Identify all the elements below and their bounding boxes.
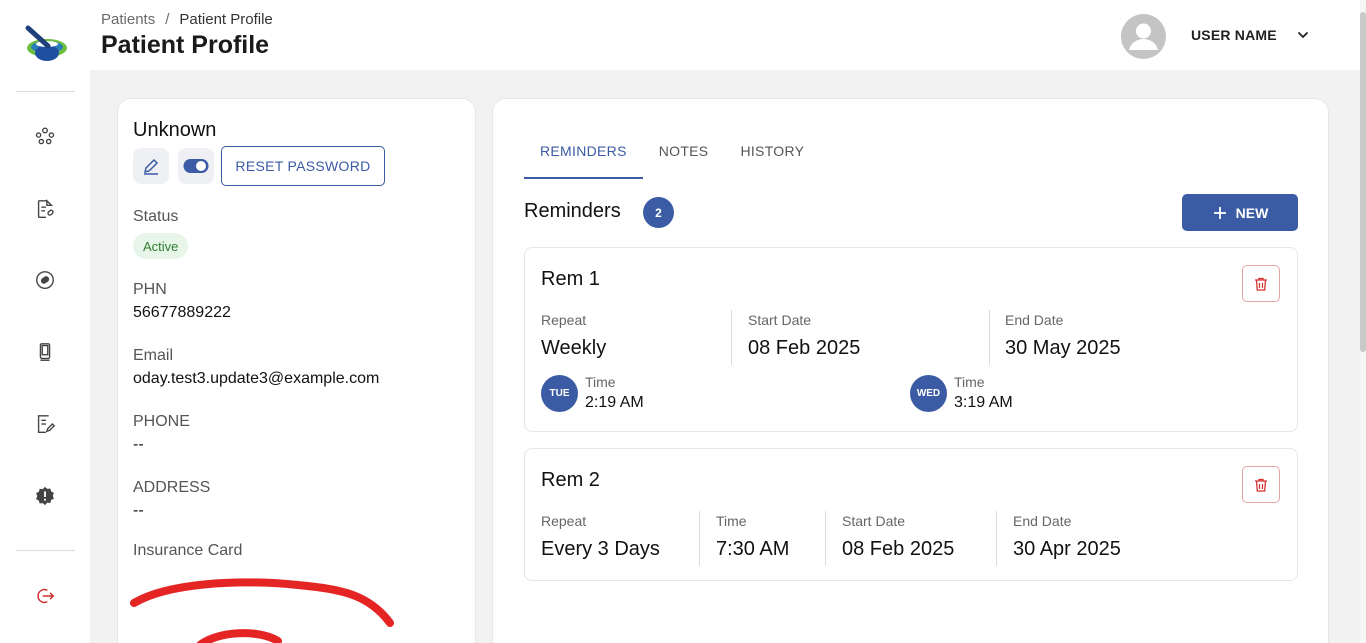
page-header: Patients / Patient Profile Patient Profi… — [90, 0, 1366, 70]
phn-value: 56677889222 — [133, 304, 231, 321]
toggle-icon — [183, 159, 209, 173]
reminders-card: REMINDERS NOTES HISTORY Reminders 2 NEW … — [492, 98, 1329, 643]
time-value: 3:19 AM — [954, 394, 1013, 411]
pencil-icon — [143, 158, 159, 175]
start-date-value: 08 Feb 2025 — [748, 337, 861, 359]
trash-icon — [1255, 277, 1267, 291]
nav-divider — [16, 91, 75, 92]
medications-icon[interactable] — [33, 268, 57, 292]
logout-icon[interactable] — [33, 584, 57, 608]
end-date-value: 30 Apr 2025 — [1013, 538, 1121, 560]
phn-label: PHN — [133, 281, 167, 298]
day-badge: TUE — [541, 375, 578, 412]
start-date-label: Start Date — [842, 513, 906, 529]
chevron-down-icon[interactable] — [1296, 28, 1310, 42]
address-value: -- — [133, 502, 144, 519]
breadcrumb-separator: / — [165, 11, 170, 28]
end-date-label: End Date — [1013, 513, 1072, 529]
reminder-card[interactable]: Rem 1 Repeat Weekly Start Date 08 Feb 20… — [524, 247, 1298, 432]
app-logo[interactable] — [22, 22, 70, 66]
reports-icon[interactable] — [33, 412, 57, 436]
trash-icon — [1255, 478, 1267, 492]
email-value: oday.test3.update3@example.com — [133, 370, 380, 387]
end-date-value: 30 May 2025 — [1005, 337, 1121, 359]
tab-reminders[interactable]: REMINDERS — [524, 143, 643, 179]
repeat-label: Repeat — [541, 312, 587, 328]
patient-info-card: Unknown RESET PASSWORD Status Active PHN… — [117, 98, 476, 643]
page-scrollbar[interactable] — [1360, 0, 1366, 643]
time-label: Time — [954, 374, 985, 390]
new-reminder-label: NEW — [1235, 204, 1269, 221]
nav-divider — [16, 550, 75, 551]
plus-icon — [1213, 206, 1226, 219]
address-label: ADDRESS — [133, 479, 211, 496]
email-label: Email — [133, 347, 174, 364]
breadcrumb-current: Patient Profile — [179, 11, 273, 28]
tab-notes[interactable]: NOTES — [643, 143, 725, 179]
prescriptions-icon[interactable] — [33, 197, 57, 221]
patients-icon[interactable] — [33, 124, 57, 148]
status-label: Status — [133, 208, 179, 225]
insurance-card-label: Insurance Card — [133, 542, 243, 559]
reminders-count-badge: 2 — [643, 197, 674, 228]
phone-value: -- — [133, 436, 144, 453]
scrollbar-thumb[interactable] — [1360, 12, 1366, 352]
phone-label: PHONE — [133, 413, 190, 430]
start-date-value: 08 Feb 2025 — [842, 538, 955, 560]
status-badge: Active — [133, 233, 189, 259]
new-reminder-button[interactable]: NEW — [1182, 194, 1298, 231]
time-value: 2:19 AM — [585, 394, 644, 411]
patient-name: Unknown — [133, 119, 217, 141]
column-divider — [699, 511, 700, 566]
tab-history[interactable]: HISTORY — [724, 143, 820, 179]
active-toggle-button[interactable] — [178, 148, 214, 184]
repeat-label: Repeat — [541, 513, 587, 529]
breadcrumb-patients-link[interactable]: Patients — [101, 11, 155, 28]
column-divider — [989, 310, 990, 365]
avatar[interactable] — [1121, 14, 1166, 59]
repeat-value: Every 3 Days — [541, 538, 660, 560]
reminder-card[interactable]: Rem 2 Repeat Every 3 Days Time 7:30 AM S… — [524, 448, 1298, 581]
repeat-value: Weekly — [541, 337, 607, 359]
delete-reminder-button[interactable] — [1242, 265, 1280, 302]
insurance-card-image — [130, 578, 394, 643]
page-title: Patient Profile — [101, 31, 270, 59]
column-divider — [825, 511, 826, 566]
side-nav — [0, 0, 90, 643]
reminders-title: Reminders — [524, 200, 621, 222]
user-avatar-icon — [1129, 23, 1158, 50]
column-divider — [996, 511, 997, 566]
start-date-label: Start Date — [748, 312, 812, 328]
tab-bar: REMINDERS NOTES HISTORY — [524, 143, 820, 179]
reminder-title: Rem 1 — [541, 268, 600, 290]
reminder-title: Rem 2 — [541, 469, 600, 491]
edit-button[interactable] — [133, 148, 169, 184]
user-name[interactable]: USER NAME — [1191, 27, 1277, 43]
time-label: Time — [716, 513, 747, 529]
reset-password-button[interactable]: RESET PASSWORD — [221, 146, 385, 186]
time-value: 7:30 AM — [716, 538, 790, 560]
column-divider — [731, 310, 732, 365]
day-badge: WED — [910, 375, 947, 412]
time-label: Time — [585, 374, 616, 390]
breadcrumb: Patients / Patient Profile — [101, 11, 273, 28]
delete-reminder-button[interactable] — [1242, 466, 1280, 503]
devices-icon[interactable] — [33, 340, 57, 364]
alerts-icon[interactable] — [33, 484, 57, 508]
end-date-label: End Date — [1005, 312, 1064, 328]
